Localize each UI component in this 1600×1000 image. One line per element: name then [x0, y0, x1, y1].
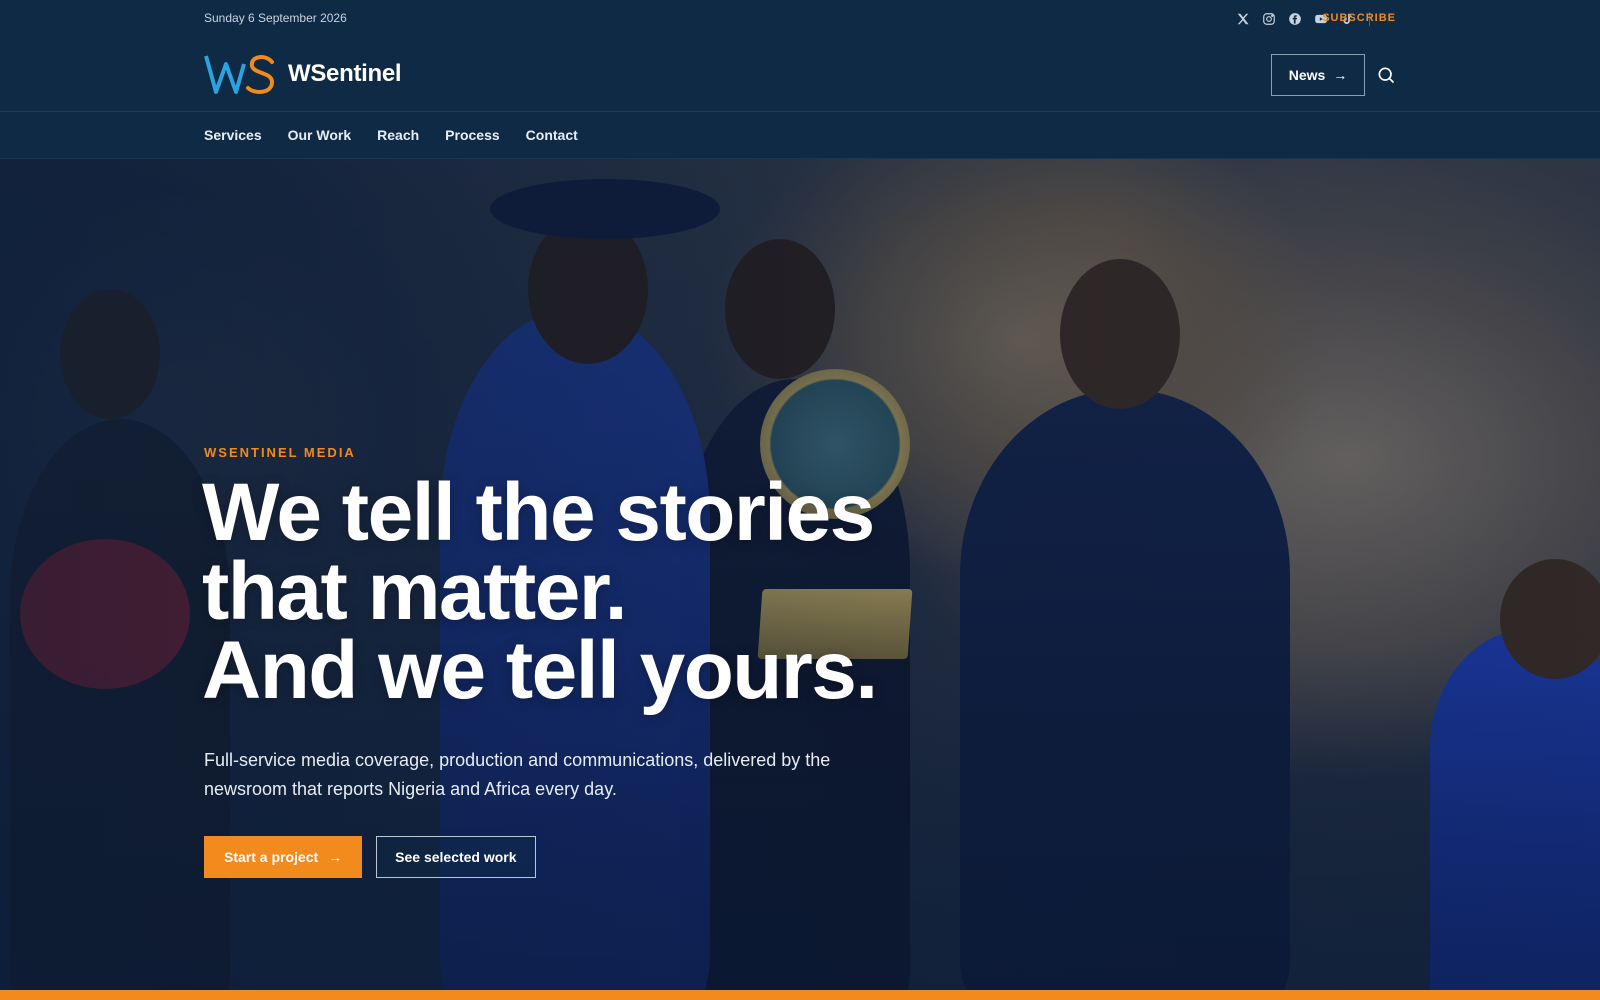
- search-icon[interactable]: [1375, 64, 1397, 86]
- nav-item-process[interactable]: Process: [445, 127, 499, 143]
- nav-item-our-work[interactable]: Our Work: [288, 127, 352, 143]
- top-bar: Sunday 6 September 2026 SUBSCRIBE: [0, 0, 1600, 38]
- cta-row: Start a project → See selected work: [204, 836, 536, 878]
- subscribe-link[interactable]: SUBSCRIBE: [1322, 12, 1396, 24]
- start-project-button[interactable]: Start a project →: [204, 836, 363, 878]
- headline-line: And we tell yours.: [202, 625, 878, 716]
- instagram-icon[interactable]: [1261, 11, 1277, 27]
- hero-eyebrow: WSENTINEL MEDIA: [204, 445, 356, 460]
- main-nav: Services Our Work Reach Process Contact: [0, 112, 1600, 159]
- logo-text: WSentinel: [288, 60, 402, 87]
- headline-line: We tell the stories: [202, 467, 875, 558]
- start-project-label: Start a project: [224, 849, 319, 865]
- accent-bar: [0, 990, 1600, 1000]
- ws-logo-icon: [204, 55, 275, 94]
- headline-line: that matter.: [202, 546, 628, 637]
- see-work-label: See selected work: [395, 849, 517, 865]
- arrow-right-icon: →: [328, 849, 343, 865]
- arrow-right-icon: →: [1333, 67, 1348, 83]
- nav-item-reach[interactable]: Reach: [377, 127, 419, 143]
- current-date: Sunday 6 September 2026: [204, 11, 347, 25]
- nav-item-contact[interactable]: Contact: [526, 127, 578, 143]
- site-header: WSentinel News →: [0, 38, 1600, 112]
- hero-content: WSENTINEL MEDIA We tell the stories that…: [202, 159, 1104, 990]
- hero-subtitle: Full-service media coverage, production …: [204, 750, 831, 799]
- x-icon[interactable]: [1235, 11, 1251, 27]
- see-work-button[interactable]: See selected work: [376, 836, 536, 878]
- news-button-label: News: [1288, 67, 1326, 83]
- hero-headline: We tell the stories that matter. And we …: [202, 467, 1082, 716]
- facebook-icon[interactable]: [1287, 11, 1303, 27]
- site-logo[interactable]: WSentinel: [204, 52, 402, 96]
- hero-section: WSENTINEL MEDIA We tell the stories that…: [0, 159, 1600, 990]
- nav-item-services[interactable]: Services: [204, 127, 262, 143]
- news-button[interactable]: News →: [1271, 54, 1365, 96]
